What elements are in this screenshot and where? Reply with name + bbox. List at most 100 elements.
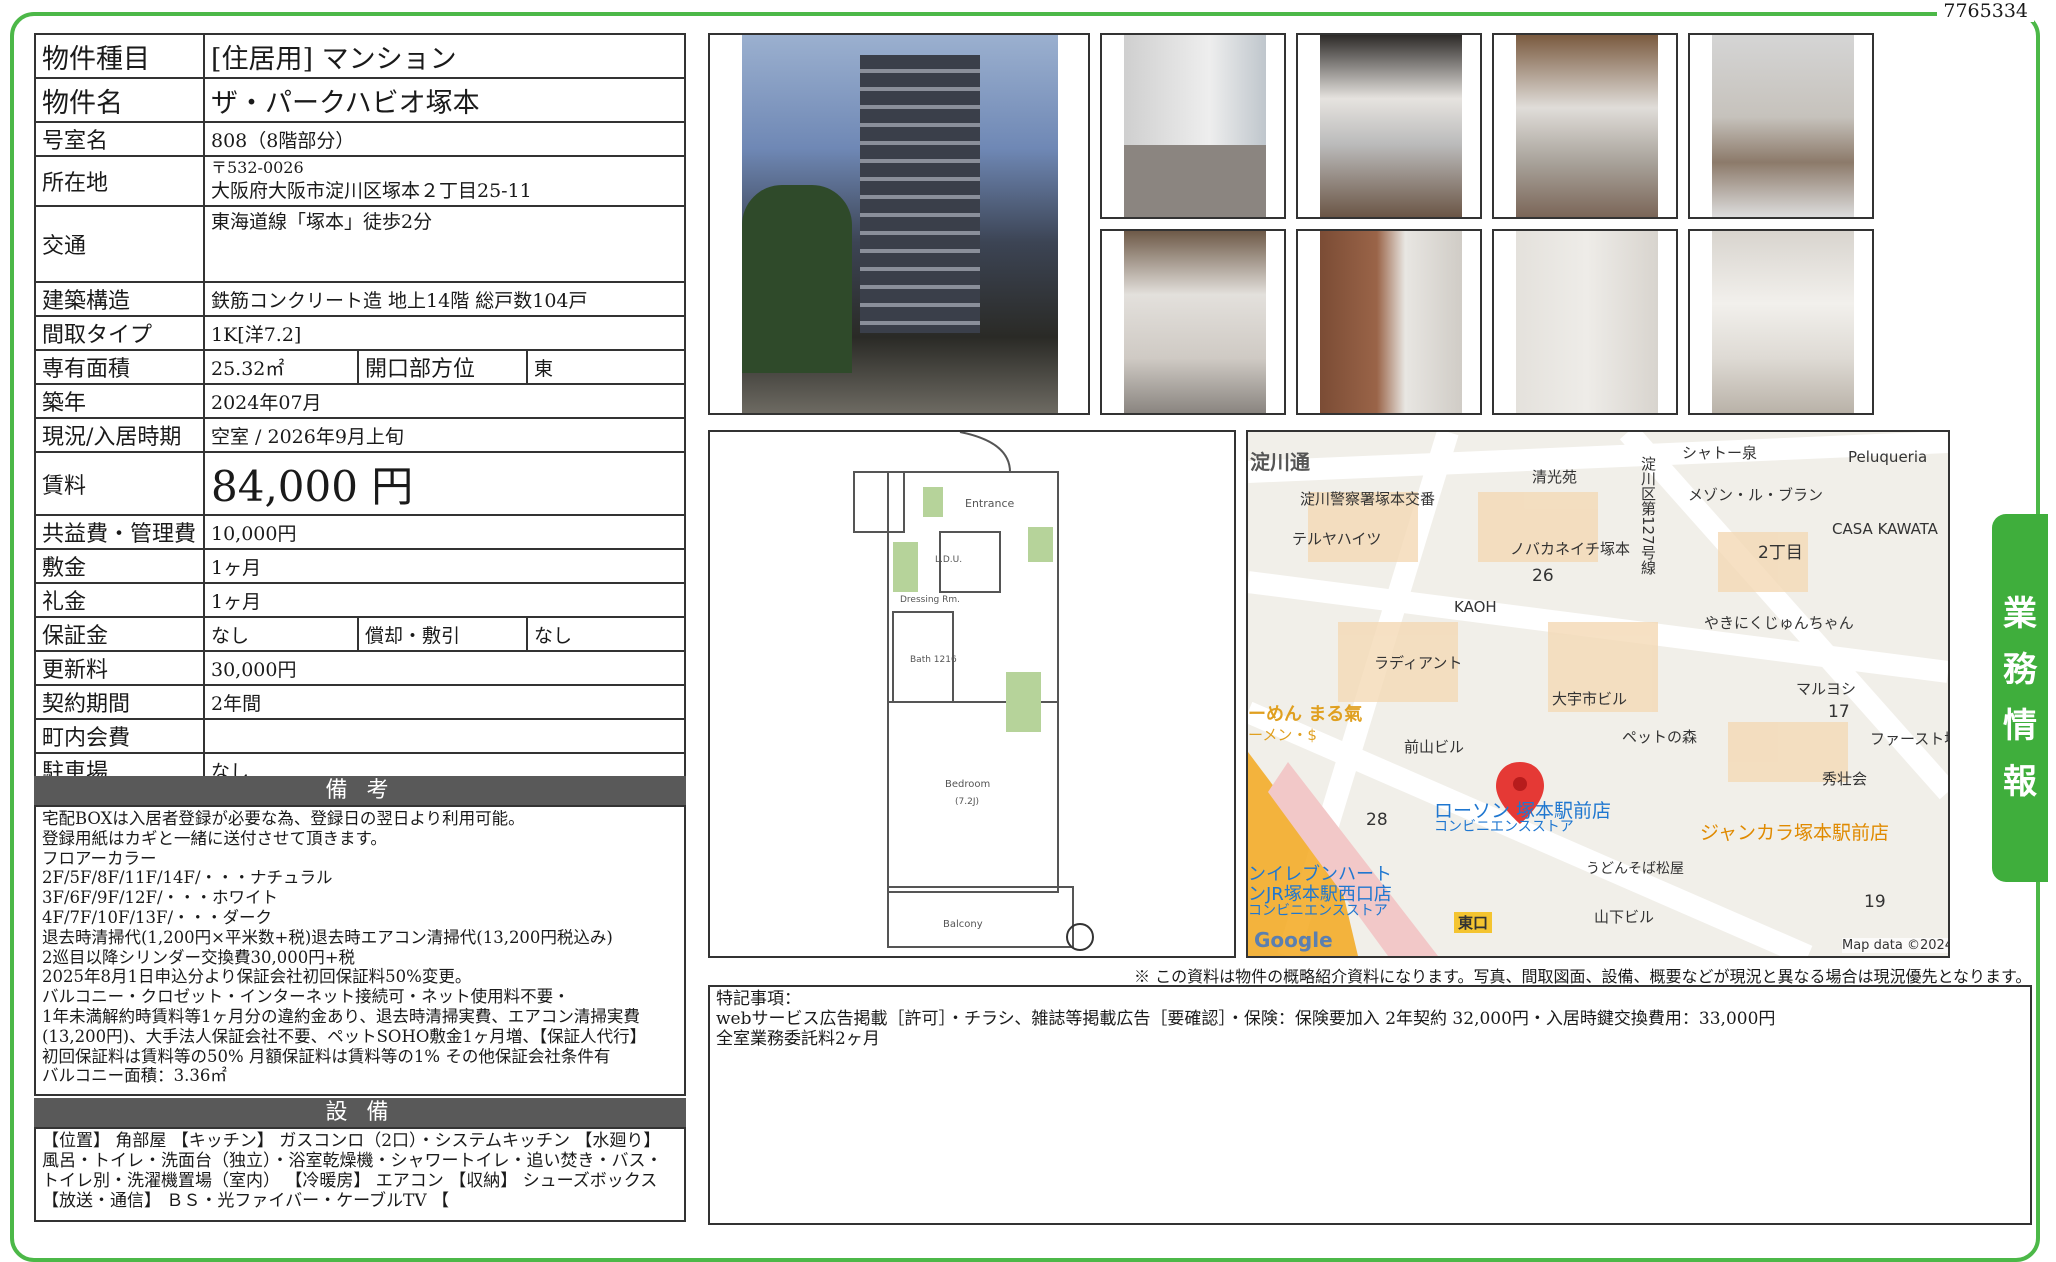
label-area: 専有面積 <box>34 349 205 385</box>
label-contract: 契約期間 <box>34 684 205 720</box>
plan-bedroom-size: (7.2J) <box>955 797 979 807</box>
map-label: KAOH <box>1454 598 1497 616</box>
washroom-photo[interactable] <box>1688 33 1874 219</box>
label-direction: 開口部方位 <box>357 349 528 385</box>
bathroom-photo[interactable] <box>1296 229 1482 415</box>
plan-balcony-label: Balcony <box>943 919 983 930</box>
label-address: 所在地 <box>34 155 205 207</box>
label-status: 現況/入居時期 <box>34 417 205 453</box>
map-label: 28 <box>1366 810 1388 830</box>
map-label: マルヨシ <box>1796 680 1857 698</box>
value-renewal: 30,000円 <box>203 650 686 686</box>
label-guarantee: 保証金 <box>34 616 205 652</box>
plan-bedroom-label: Bedroom <box>945 779 990 790</box>
value-structure: 鉄筋コンクリート造 地上14階 総戸数104戸 <box>203 281 686 317</box>
value-transport: 東海道線「塚本」徒歩2分 <box>203 205 686 283</box>
disclaimer-note: ※ この資料は物件の概略紹介資料になります。写真、間取図面、設備、概要などが現況… <box>1134 967 2032 986</box>
value-fee: 10,000円 <box>203 514 686 550</box>
label-built: 築年 <box>34 383 205 419</box>
map-label: 前山ビル <box>1404 738 1465 756</box>
tab-char: 務 <box>2003 650 2037 690</box>
label-room: 号室名 <box>34 121 205 157</box>
map-label: ノバカネイチ塚本 <box>1510 540 1631 558</box>
postal-code: 〒532-0026 <box>211 157 304 177</box>
value-amortization: なし <box>526 616 686 652</box>
closet-photo[interactable] <box>1492 229 1678 415</box>
building-photo[interactable] <box>708 33 1090 415</box>
label-name: 物件名 <box>34 77 205 123</box>
location-map[interactable]: 淀川通 淀川警察署塚本交番 清光苑 シャトー泉 Peluqueria メゾン・ル… <box>1246 430 1950 958</box>
tab-char: 情 <box>2003 706 2037 746</box>
remarks-header: 備 考 <box>34 776 686 805</box>
label-structure: 建築構造 <box>34 281 205 317</box>
value-layout: 1K[洋7.2] <box>203 315 686 351</box>
business-info-tab[interactable]: 業 務 情 報 <box>1992 514 2048 882</box>
plan-entrance-label: Entrance <box>965 497 1015 510</box>
toilet-photo[interactable] <box>1100 229 1286 415</box>
equipment-text: 【位置】 角部屋 【キッチン】 ガスコンロ（2口）・システムキッチン 【水廻り】… <box>34 1127 686 1222</box>
map-label: 山下ビル <box>1594 908 1655 926</box>
label-community-fee: 町内会費 <box>34 718 205 754</box>
shoebox-photo[interactable] <box>1688 229 1874 415</box>
map-label: CASA KAWATA <box>1832 520 1938 538</box>
map-attribution: Map data ©2024 <box>1842 938 1948 953</box>
property-table: 物件種目 [住居用] マンション 物件名 ザ・パークハビオ塚本 号室名 808（8階部… <box>34 33 686 788</box>
map-label: ペットの森 <box>1622 728 1698 746</box>
value-type: [住居用] マンション <box>203 33 686 79</box>
map-label: 淀川警察署塚本交番 <box>1300 490 1436 508</box>
map-label: メゾン・ル・ブラン <box>1688 486 1824 504</box>
value-guarantee: なし <box>203 616 359 652</box>
map-label: ーめん まる氣 <box>1248 704 1363 725</box>
room-photo-1[interactable] <box>1100 33 1286 219</box>
value-status: 空室 / 2026年9月上旬 <box>203 417 686 453</box>
map-label: 19 <box>1864 892 1886 912</box>
label-renewal: 更新料 <box>34 650 205 686</box>
value-room: 808（8階部分） <box>203 121 686 157</box>
label-rent: 賃料 <box>34 451 205 516</box>
value-built: 2024年07月 <box>203 383 686 419</box>
document-id: 7765334 <box>1937 0 2034 22</box>
compass-icon <box>1066 923 1094 951</box>
plan-ldu-label: L.D.U. <box>935 555 962 565</box>
map-label: テルヤハイツ <box>1292 530 1382 548</box>
map-label: うどんそば松屋 <box>1586 861 1684 877</box>
map-label: 秀壮会 <box>1822 770 1868 788</box>
label-type: 物件種目 <box>34 33 205 79</box>
label-transport: 交通 <box>34 205 205 283</box>
plan-dressing-label: Dressing Rm. <box>900 595 960 605</box>
label-amortization: 償却・敷引 <box>357 616 528 652</box>
label-deposit: 敷金 <box>34 548 205 584</box>
floor-plan[interactable]: Entrance L.D.U. Dressing Rm. Bath 1216 B… <box>708 430 1236 958</box>
label-fee: 共益費・管理費 <box>34 514 205 550</box>
kitchen-photo-2[interactable] <box>1492 33 1678 219</box>
map-label: ジャンカラ塚本駅前店 <box>1700 822 1890 844</box>
google-logo: Google <box>1254 928 1333 952</box>
map-label: コンビニエンスストア <box>1248 903 1388 919</box>
map-label: 淀川通 <box>1250 450 1310 474</box>
value-deposit: 1ヶ月 <box>203 548 686 584</box>
kitchen-photo[interactable] <box>1296 33 1482 219</box>
floor-plan-drawing: Entrance L.D.U. Dressing Rm. Bath 1216 B… <box>853 431 1094 951</box>
plan-bath-label: Bath 1216 <box>910 655 957 665</box>
map-label: ラディアント <box>1374 654 1463 672</box>
map-label: Peluqueria <box>1848 448 1928 466</box>
map-label: 17 <box>1828 702 1850 722</box>
map-label: 26 <box>1532 566 1554 586</box>
map-label: ーメン・$ <box>1248 726 1317 744</box>
map-label: 東口 <box>1454 912 1493 933</box>
value-contract: 2年間 <box>203 684 686 720</box>
special-notes: 特記事項： webサービス広告掲載［許可］・チラシ、雑誌等掲載広告［要確認］・保… <box>708 985 2032 1225</box>
map-label: シャトー泉 <box>1682 444 1758 462</box>
value-name: ザ・パークハビオ塚本 <box>203 77 686 123</box>
tab-char: 業 <box>2003 594 2037 634</box>
value-direction: 東 <box>526 349 686 385</box>
map-label: 清光苑 <box>1532 468 1578 486</box>
value-rent: 84,000 円 <box>203 451 686 516</box>
label-layout: 間取タイプ <box>34 315 205 351</box>
map-label: 2丁目 <box>1758 543 1803 563</box>
value-address-cell: 〒532-0026 大阪府大阪市淀川区塚本２丁目25-11 <box>203 155 686 207</box>
label-key-money: 礼金 <box>34 582 205 618</box>
map-label: ファースト塚 <box>1870 730 1948 748</box>
remarks-text: 宅配BOXは入居者登録が必要な為、登録日の翌日より利用可能。 登録用紙はカギと一… <box>34 805 686 1096</box>
value-area: 25.32㎡ <box>203 349 359 385</box>
